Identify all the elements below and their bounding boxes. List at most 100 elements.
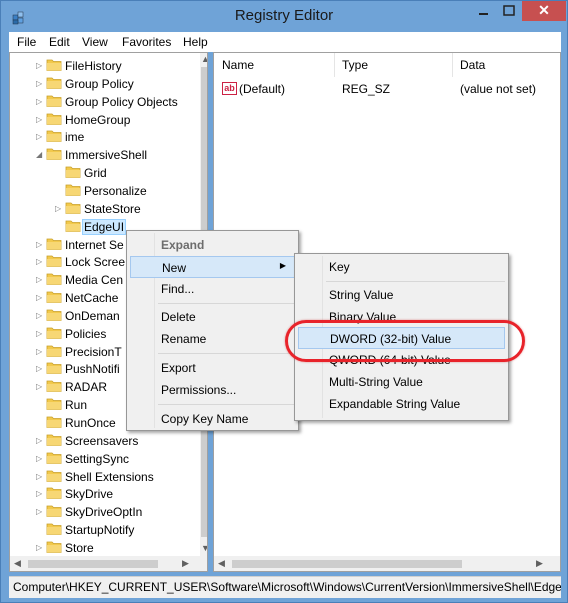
menu-file[interactable]: File [17,35,36,49]
maximize-icon [503,5,515,16]
close-button[interactable]: ✕ [522,1,566,21]
tree-item-label: Screensavers [65,433,139,448]
tree-item-label: Group Policy [65,76,134,91]
tree-item-label: SettingSync [65,451,130,466]
expand-toggle-icon[interactable]: ▷ [36,364,44,373]
submenu-expandable-label: Expandable String Value [329,397,461,411]
expand-toggle-icon[interactable]: ▷ [36,61,44,70]
menu-permissions[interactable]: Permissions... [130,379,295,401]
tree-item-label: Shell Extensions [65,469,154,484]
menu-separator [158,404,295,405]
scroll-right-icon[interactable]: ▶ [182,558,189,569]
expand-toggle-icon[interactable]: ▷ [36,543,44,552]
folder-icon [46,540,62,554]
tree-item-label: NetCache [65,291,119,306]
tree-item-label: Policies [65,326,107,341]
expand-toggle-icon[interactable]: ◢ [36,150,44,159]
value-type: REG_SZ [342,82,391,96]
column-header-data[interactable]: Data [460,58,485,72]
expand-toggle-icon[interactable]: ▷ [36,293,44,302]
menu-view[interactable]: View [82,35,108,49]
folder-icon [46,486,62,500]
menu-export-label: Export [161,361,196,375]
values-horizontal-scrollbar[interactable]: ◀ ▶ [214,556,560,571]
expand-toggle-icon[interactable]: ▷ [36,507,44,516]
submenu-arrow-icon: ▶ [279,261,286,270]
folder-icon [46,272,62,286]
folder-icon [46,308,62,322]
menu-delete[interactable]: Delete [130,306,295,328]
folder-icon [46,451,62,465]
minimize-icon [479,13,488,15]
tree-item-label: SkyDrive [65,487,114,502]
expand-toggle-icon[interactable]: ▷ [36,132,44,141]
menu-expand[interactable]: Expand [130,234,295,256]
tree-item-label: ImmersiveShell [65,148,148,163]
expand-toggle-icon[interactable]: ▷ [36,454,44,463]
menu-separator [158,353,295,354]
tree-horizontal-scrollbar[interactable]: ◀ ▶ [10,556,207,571]
menu-edit[interactable]: Edit [49,35,70,49]
menu-find[interactable]: Find... [130,278,295,300]
menu-help[interactable]: Help [183,35,208,49]
folder-icon [65,201,81,215]
menu-export[interactable]: Export [130,357,295,379]
submenu-string-value[interactable]: String Value [298,284,505,306]
expand-toggle-icon[interactable]: ▷ [36,472,44,481]
column-header-name[interactable]: Name [222,58,254,72]
scroll-right-icon[interactable]: ▶ [536,558,543,569]
submenu-key[interactable]: Key [298,256,505,278]
column-divider[interactable] [452,53,453,77]
tree-item-label: Lock Scree [65,255,126,270]
expand-toggle-icon[interactable]: ▷ [36,97,44,106]
expand-toggle-icon[interactable]: ▷ [36,79,44,88]
expand-toggle-icon[interactable]: ▷ [36,311,44,320]
menu-copy-key-name[interactable]: Copy Key Name [130,408,295,430]
expand-toggle-icon[interactable]: ▷ [36,115,44,124]
expand-toggle-icon[interactable]: ▷ [36,489,44,498]
expand-toggle-icon[interactable]: ▷ [36,347,44,356]
tree-hscroll-thumb[interactable] [28,560,158,568]
expand-toggle-icon[interactable]: ▷ [36,382,44,391]
expand-toggle-icon[interactable]: ▷ [36,257,44,266]
menu-new[interactable]: New ▶ [130,256,295,278]
folder-icon [65,219,81,233]
tree-item-label: Internet Se [65,237,124,252]
scroll-left-icon[interactable]: ◀ [14,558,21,569]
expand-toggle-icon[interactable]: ▷ [36,436,44,445]
expand-toggle-icon[interactable]: ▷ [36,240,44,249]
column-header-type[interactable]: Type [342,58,368,72]
menu-copy-key-name-label: Copy Key Name [161,412,249,426]
folder-icon [65,165,81,179]
submenu-multi-string-label: Multi-String Value [329,375,423,389]
title-bar[interactable]: Registry Editor ✕ [1,1,567,32]
scroll-down-icon[interactable]: ▼ [201,543,207,553]
folder-icon [46,112,62,126]
string-value-icon: ab [222,82,237,95]
column-divider[interactable] [334,53,335,77]
tree-item-label: StartupNotify [65,523,135,538]
menu-expand-label: Expand [161,238,205,252]
submenu-multi-string-value[interactable]: Multi-String Value [298,371,505,393]
expand-toggle-icon[interactable]: ▷ [36,329,44,338]
menu-rename[interactable]: Rename [130,328,295,350]
values-hscroll-thumb[interactable] [232,560,462,568]
scroll-up-icon[interactable]: ▲ [201,54,207,64]
folder-icon [65,183,81,197]
maximize-button[interactable] [496,1,522,21]
tree-item-label: Grid [84,166,107,181]
expand-toggle-icon[interactable]: ▷ [55,204,63,213]
minimize-button[interactable] [470,1,496,21]
menu-favorites[interactable]: Favorites [122,35,171,49]
tree-item-label: RADAR [65,380,108,395]
expand-toggle-icon[interactable]: ▷ [36,275,44,284]
menu-rename-label: Rename [161,332,207,346]
scroll-left-icon[interactable]: ◀ [218,558,225,569]
folder-icon [46,58,62,72]
submenu-expandable-string-value[interactable]: Expandable String Value [298,393,505,415]
